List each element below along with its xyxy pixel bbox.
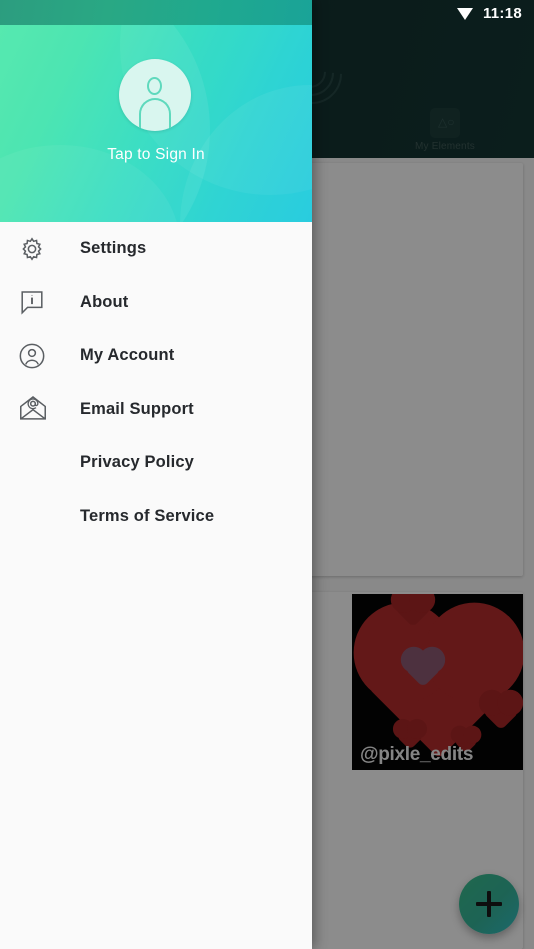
sidebar-item-settings[interactable]: Settings	[0, 222, 312, 276]
sidebar-item-about[interactable]: About	[0, 276, 312, 330]
info-bubble-icon	[18, 287, 62, 317]
sidebar-item-terms-of-service[interactable]: Terms of Service	[0, 490, 312, 544]
spacer-icon	[18, 501, 62, 531]
account-circle-icon	[18, 341, 62, 371]
sidebar-item-label: Settings	[80, 239, 147, 258]
navigation-drawer: Tap to Sign In Settings About My Account…	[0, 0, 312, 949]
sidebar-item-label: My Account	[80, 346, 175, 365]
sidebar-item-email-support[interactable]: Email Support	[0, 383, 312, 437]
sidebar-item-label: About	[80, 292, 129, 311]
drawer-menu: Settings About My Account Email Support …	[0, 222, 312, 543]
spacer-icon	[18, 448, 62, 478]
sidebar-item-label: Terms of Service	[80, 506, 215, 525]
email-at-icon	[18, 394, 62, 424]
status-bar-clock: 11:18	[482, 4, 522, 22]
wifi-icon	[456, 7, 474, 20]
gear-icon	[18, 234, 62, 264]
drawer-header[interactable]: Tap to Sign In	[0, 25, 312, 222]
status-bar: 11:18	[334, 0, 534, 26]
sidebar-item-label: Email Support	[80, 399, 194, 418]
avatar[interactable]	[119, 59, 191, 131]
sidebar-item-privacy-policy[interactable]: Privacy Policy	[0, 436, 312, 490]
drawer-status-strip	[0, 0, 312, 25]
app-root: n △○ My Elements he first motion graphic…	[0, 0, 534, 949]
sidebar-item-my-account[interactable]: My Account	[0, 329, 312, 383]
sign-in-label[interactable]: Tap to Sign In	[0, 146, 312, 164]
sidebar-item-label: Privacy Policy	[80, 453, 195, 472]
person-avatar-icon	[135, 76, 175, 128]
